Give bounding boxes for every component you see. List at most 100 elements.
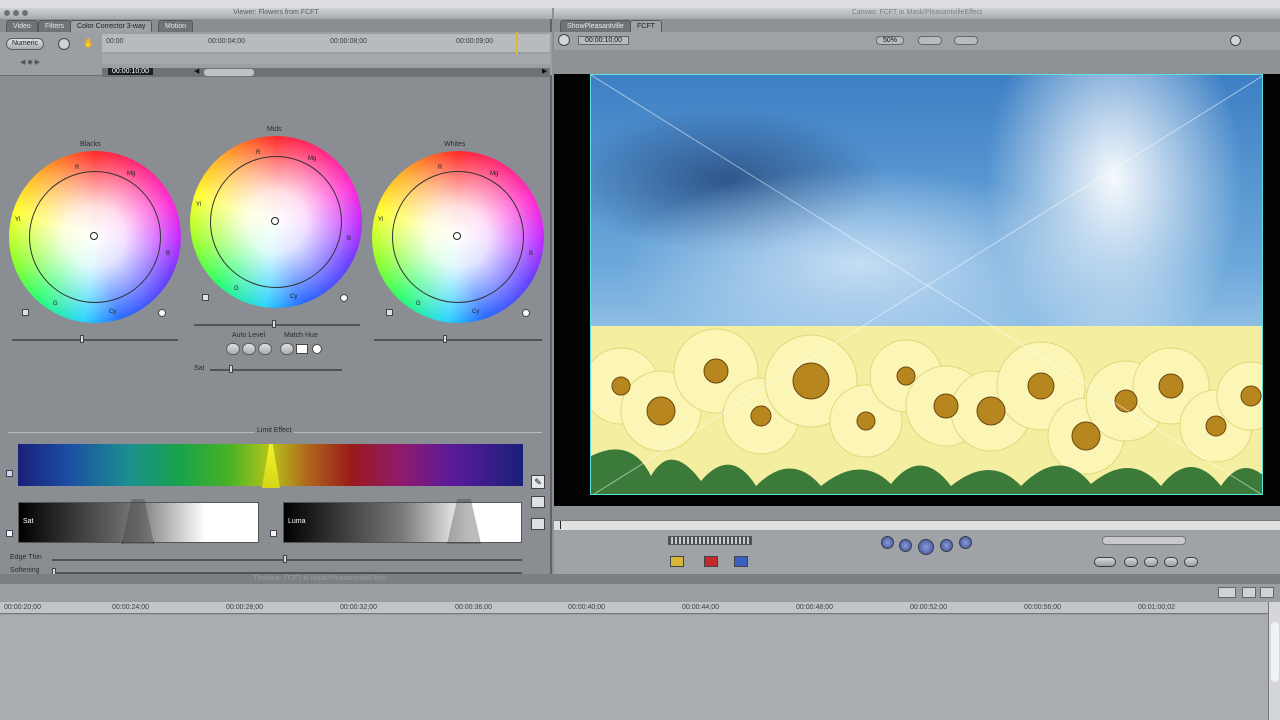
blacks-level-slider[interactable]: [12, 339, 178, 341]
canvas-jog-icon[interactable]: [558, 34, 570, 46]
numeric-button[interactable]: Numeric: [6, 38, 44, 50]
keyframe-nav-icon[interactable]: ◀ ◆ ▶: [20, 58, 100, 66]
hue-eyedropper-icon[interactable]: ✎: [531, 475, 545, 489]
timeline-settings-icon[interactable]: [1260, 587, 1274, 598]
key-view-icon[interactable]: [531, 518, 545, 530]
overwrite-edit-icon[interactable]: [704, 556, 718, 567]
play-in-to-out-icon[interactable]: [899, 539, 912, 552]
video-frame[interactable]: [590, 74, 1263, 495]
tick-7: 00:00:48;00: [796, 604, 833, 611]
canvas-shuttle-icon[interactable]: [1230, 35, 1241, 46]
tc-bar: [102, 68, 550, 77]
add-keyframe-icon[interactable]: [1144, 557, 1158, 567]
canvas-scrubber[interactable]: [554, 520, 1280, 530]
mark-out-icon[interactable]: [1184, 557, 1198, 567]
whites-level-slider[interactable]: [374, 339, 542, 341]
blacks-label-mg: Mg: [127, 171, 136, 177]
luma-range-label: Luma: [288, 518, 306, 525]
add-marker-icon[interactable]: [1164, 557, 1178, 567]
mids-label-yl: Yl: [196, 202, 202, 208]
select-view-icon[interactable]: [531, 496, 545, 508]
viewer-window: Viewer: Flowers from FCFT Video Filters …: [0, 8, 552, 576]
mids-eyedropper-icon[interactable]: [202, 294, 209, 301]
softening-label: Softening: [10, 567, 40, 574]
tab-motion[interactable]: Motion: [158, 20, 194, 32]
replace-edit-icon[interactable]: [734, 556, 748, 567]
sat-label: Sat: [194, 365, 205, 372]
edge-thin-thumb[interactable]: [283, 555, 287, 563]
edge-thin-slider[interactable]: [52, 559, 522, 561]
blacks-label-yl: Yl: [15, 217, 21, 223]
tick-3: 00:00:32;00: [340, 604, 377, 611]
zoom-select[interactable]: 50%: [876, 36, 905, 45]
tick-9: 00:00:56;00: [1024, 604, 1061, 611]
sat-enable-checkbox[interactable]: [6, 530, 13, 537]
match-frame-icon[interactable]: [1094, 557, 1116, 567]
whites-reset-icon[interactable]: [522, 309, 530, 317]
go-to-next-edit-icon[interactable]: [959, 536, 972, 549]
play-around-icon[interactable]: [940, 539, 953, 552]
canvas-title: Canvas: FCFT in Mask/PleasantvilleEffect: [851, 9, 983, 16]
blacks-level-thumb[interactable]: [80, 335, 84, 343]
tc-right-arrow[interactable]: ▶: [542, 67, 547, 75]
auto-contrast-button[interactable]: [242, 343, 256, 355]
blacks-wheel[interactable]: R Mg B Cy G Yl: [9, 151, 181, 323]
tab-showpleasantville[interactable]: ShowPleasantville: [560, 20, 631, 32]
visibility-icon[interactable]: [58, 38, 70, 50]
luma-range-box[interactable]: Luma: [283, 499, 522, 544]
timeline-ruler[interactable]: 00:00:20;00 00:00:24;00 00:00:28;00 00:0…: [0, 602, 1268, 614]
sat-range-trapezoid[interactable]: [122, 499, 154, 544]
auto-level-label: Auto Level: [232, 332, 266, 339]
wheels-panel: Blacks R Mg B Cy G Yl Mids R Mg B Cy G Y…: [0, 78, 552, 576]
timeline-linking-icon[interactable]: [1218, 587, 1236, 598]
playhead-marker[interactable]: [516, 32, 518, 54]
tc-left-arrow[interactable]: ◀: [194, 67, 199, 75]
limit-effect-label[interactable]: Limit Effect: [255, 427, 294, 434]
auto-white-button[interactable]: [258, 343, 272, 355]
viewer-title-bar: Viewer: Flowers from FCFT: [0, 8, 552, 19]
view-options-select[interactable]: [918, 36, 942, 45]
whites-balance-control[interactable]: [453, 232, 461, 240]
tab-fcft[interactable]: FCFT: [630, 20, 662, 32]
mids-level-thumb[interactable]: [272, 320, 276, 328]
mids-reset-icon[interactable]: [340, 294, 348, 302]
tc-scroll-thumb[interactable]: [204, 69, 254, 76]
whites-wheel[interactable]: R Mg B Cy G Yl: [372, 151, 544, 323]
blacks-reset-icon[interactable]: [158, 309, 166, 317]
canvas-timecode[interactable]: 00:00:10;00: [578, 36, 629, 45]
blacks-eyedropper-icon[interactable]: [22, 309, 29, 316]
whites-level-thumb[interactable]: [443, 335, 447, 343]
sat-thumb[interactable]: [229, 365, 233, 373]
insert-edit-icon[interactable]: [670, 556, 684, 567]
jog-control[interactable]: [1102, 536, 1186, 545]
timeline-tracks[interactable]: [0, 615, 1268, 720]
timeline-vertical-scrollbar[interactable]: [1268, 602, 1280, 720]
whites-label-r: R: [438, 165, 443, 171]
go-to-prev-edit-icon[interactable]: [881, 536, 894, 549]
sat-range-box[interactable]: Sat: [18, 499, 259, 544]
tab-video[interactable]: Video: [6, 20, 38, 32]
luma-enable-checkbox[interactable]: [270, 530, 277, 537]
canvas-playhead[interactable]: [560, 521, 561, 529]
auto-black-button[interactable]: [226, 343, 240, 355]
timeline-scroll-thumb[interactable]: [1271, 622, 1279, 682]
mark-clip-icon[interactable]: [1124, 557, 1138, 567]
tab-filters[interactable]: Filters: [38, 20, 72, 32]
timeline-snapping-icon[interactable]: [1242, 587, 1256, 598]
match-hue-eyedropper-button[interactable]: [280, 343, 294, 355]
overlay-select[interactable]: [954, 36, 978, 45]
whites-eyedropper-icon[interactable]: [386, 309, 393, 316]
hue-enable-checkbox[interactable]: [6, 470, 13, 477]
mids-level-slider[interactable]: [194, 324, 360, 326]
mids-wheel[interactable]: R Mg B Cy G Yl: [190, 136, 362, 308]
drag-hand-icon[interactable]: ✋: [82, 38, 96, 50]
play-icon[interactable]: [918, 539, 934, 555]
luma-range-trapezoid[interactable]: [447, 499, 481, 544]
mids-balance-control[interactable]: [271, 217, 279, 225]
shuttle-control[interactable]: [668, 536, 752, 545]
match-hue-swatch[interactable]: [296, 344, 308, 354]
tab-color-corrector[interactable]: Color Corrector 3-way: [70, 20, 153, 32]
blacks-balance-control[interactable]: [90, 232, 98, 240]
current-timecode[interactable]: 00:00:10;00: [108, 68, 153, 75]
match-hue-reset-icon[interactable]: [312, 344, 322, 354]
